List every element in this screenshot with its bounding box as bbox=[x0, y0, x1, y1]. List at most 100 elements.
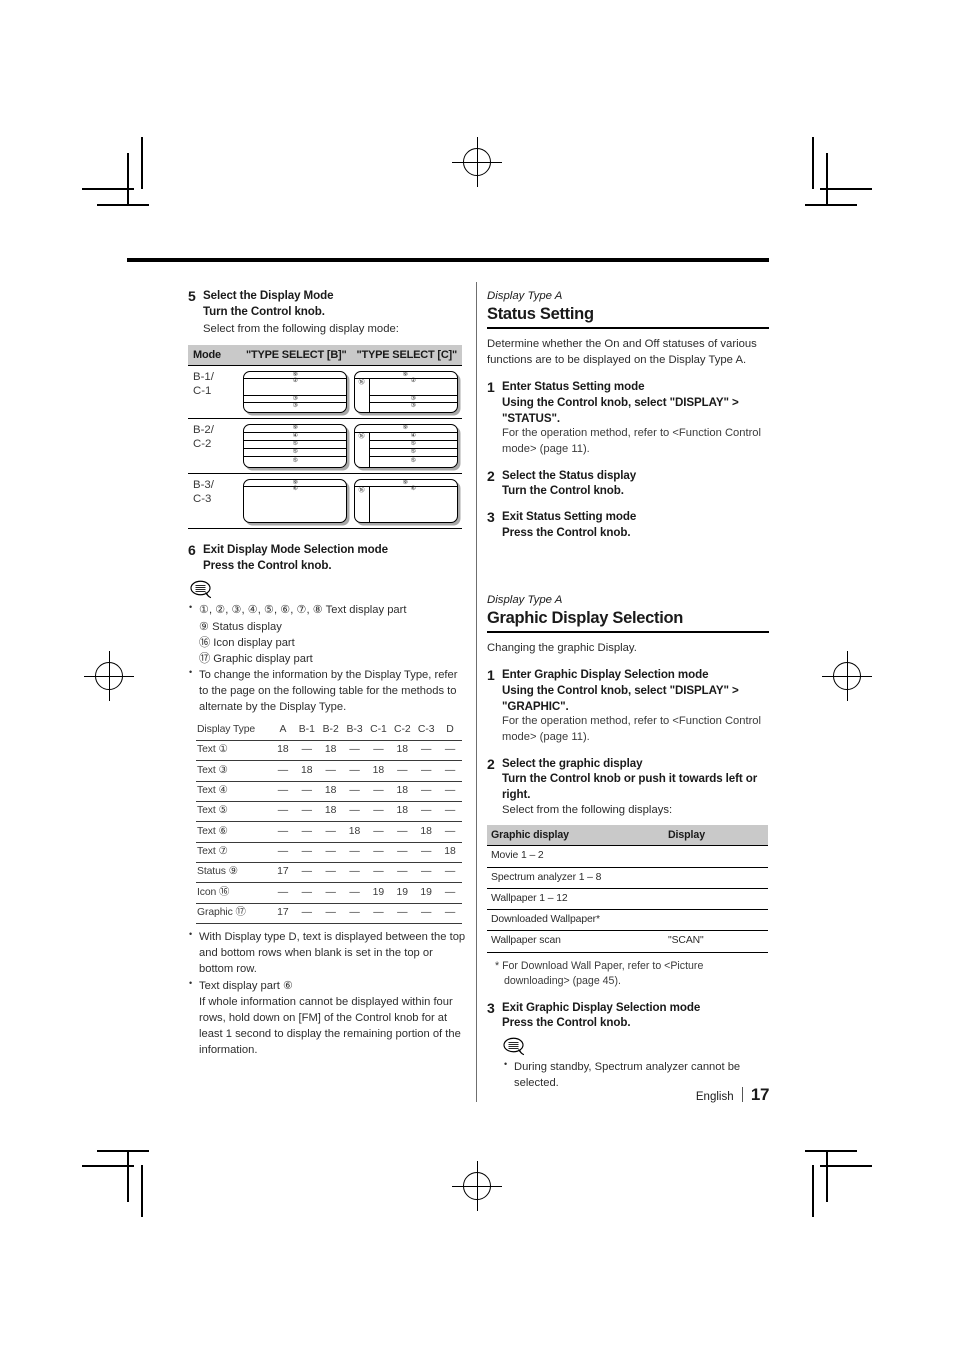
crop-mark-top-right-h bbox=[820, 188, 872, 190]
graphic-display-table-header-row: Graphic display Display bbox=[487, 824, 768, 847]
table-cell: — bbox=[390, 862, 415, 884]
graphic-step-1: 1 Enter Graphic Display Selection mode U… bbox=[487, 667, 769, 745]
column-header: Display Type bbox=[196, 720, 271, 741]
type-select-b-cell: ⑨⑥ bbox=[241, 473, 352, 530]
table-cell: — bbox=[438, 821, 462, 843]
row-label: Icon ⑯ bbox=[196, 882, 271, 904]
table-cell: 18 bbox=[390, 740, 415, 762]
status-setting-display-type: Display Type A bbox=[487, 290, 563, 302]
lcd-part-number: ⑤ bbox=[410, 457, 416, 465]
table-cell: — bbox=[342, 760, 367, 782]
lcd-part-number: ② bbox=[292, 377, 298, 385]
page-footer: English 17 bbox=[696, 1085, 770, 1105]
lcd-lower-area: ⑯④⑤⑤⑤ bbox=[355, 433, 457, 468]
table-cell: — bbox=[438, 882, 462, 904]
column-header: C-3 bbox=[414, 720, 439, 741]
table-cell: — bbox=[438, 801, 462, 823]
lcd-row: ② bbox=[369, 378, 457, 397]
header-mode: Mode bbox=[188, 344, 241, 367]
registration-mark-right bbox=[822, 651, 872, 701]
table-row: Downloaded Wallpaper* bbox=[487, 909, 768, 932]
type-select-c-cell: ⑨ ⑯ ⑥ bbox=[351, 473, 462, 530]
table-cell: — bbox=[318, 882, 343, 904]
table-cell: 18 bbox=[390, 781, 415, 803]
table-cell: — bbox=[294, 862, 319, 884]
graphic-display-value: "SCAN" bbox=[664, 930, 768, 953]
status-step-1: 1 Enter Status Setting mode Using the Co… bbox=[487, 379, 769, 457]
lcd-part-number: ⑨ bbox=[403, 424, 409, 432]
graphic-step-3: 3 Exit Graphic Display Selection mode Pr… bbox=[487, 1000, 769, 1031]
lcd-row: ③ bbox=[244, 403, 346, 410]
table-cell: — bbox=[342, 882, 367, 904]
status-setting-title: Status Setting bbox=[487, 305, 769, 329]
graphic-step-2-number: 2 bbox=[487, 755, 495, 772]
crop-mark-bottom-right-v bbox=[812, 1165, 814, 1217]
table-cell: — bbox=[271, 882, 295, 904]
status-step-3-subtitle: Press the Control knob. bbox=[502, 525, 631, 539]
table-cell: — bbox=[366, 740, 391, 762]
graphic-display-table-body: Movie 1 – 2 Spectrum analyzer 1 – 8 Wallpa… bbox=[487, 845, 768, 953]
row-label: Text ⑦ bbox=[196, 842, 271, 864]
memo-subline-graphic: ⑰ Graphic display part bbox=[199, 652, 313, 665]
memo-subline-status: ⑨ Status display bbox=[199, 620, 282, 633]
graphic-display-name: Wallpaper scan bbox=[487, 930, 664, 953]
lcd-part-number: ⑤ bbox=[292, 440, 298, 448]
table-cell: 17 bbox=[271, 862, 295, 884]
graphic-display-name: Wallpaper 1 – 12 bbox=[487, 888, 664, 911]
table-cell: — bbox=[390, 903, 415, 925]
lcd-part-number: ③ bbox=[410, 402, 416, 410]
status-step-1-note: For the operation method, refer to <Func… bbox=[502, 427, 762, 455]
graphic-display-name: Movie 1 – 2 bbox=[487, 845, 664, 868]
table-row: Text ③ —18— —18— — — bbox=[196, 760, 462, 782]
lcd-preview: ⑨⑥ bbox=[243, 479, 348, 524]
lcd-part-number: ⑥ bbox=[410, 485, 416, 493]
table-cell: — bbox=[342, 842, 367, 864]
lcd-part-number: ⑨ bbox=[403, 479, 409, 487]
table-row: Status ⑨ 17— — — — — — — bbox=[196, 862, 462, 884]
table-cell: — bbox=[342, 740, 367, 762]
column-header: D bbox=[438, 720, 462, 741]
table-cell: — bbox=[366, 862, 391, 884]
lcd-icon-column: ⑯ bbox=[355, 487, 370, 523]
crop-mark-bottom-right-h2 bbox=[805, 1150, 857, 1152]
table-cell: — bbox=[390, 821, 415, 843]
display-type-matrix-body: Text ① 18—18— —18— — Text ③ —18— —18— — — Text ④ —… bbox=[196, 740, 462, 925]
row-label: Text ⑤ bbox=[196, 801, 271, 823]
right-column: Display Type A Status Setting Determine … bbox=[487, 288, 769, 1092]
footer-divider bbox=[741, 1087, 743, 1102]
crop-mark-top-left-h2 bbox=[97, 204, 149, 206]
display-type-matrix-table: Display Type A B-1 B-2 B-3 C-1 C-2 C-3 D Text ①1… bbox=[196, 720, 462, 925]
table-cell: 18 bbox=[318, 781, 343, 803]
display-mode-table-header-row: Mode "TYPE SELECT [B]" "TYPE SELECT [C]" bbox=[188, 344, 462, 367]
table-cell: — bbox=[414, 842, 439, 864]
status-setting-steps: 1 Enter Status Setting mode Using the Co… bbox=[487, 379, 769, 540]
table-cell: — bbox=[318, 862, 343, 884]
graphic-display-footnote: * For Download Wall Paper, refer to <Pic… bbox=[495, 959, 704, 987]
display-mode-table-body: B-1/C-1 ⑨ ② ③ ③ ⑨ ⑯ ② ③ ③ B-2/C-2 ⑨ ④ ⑤ ⑤ ⑤ ⑨ ⑯ ④ ⑤ ⑤ ⑤ B-3/C-… bbox=[188, 365, 462, 530]
table-cell: 19 bbox=[366, 882, 391, 904]
bottom-bullet-list: With Display type D, text is displayed b… bbox=[188, 928, 466, 1058]
graphic-display-type: Display Type A bbox=[487, 594, 563, 607]
graphic-step-1-subtitle: Using the Control knob, select "DISPLAY"… bbox=[502, 683, 739, 713]
column-divider bbox=[476, 282, 477, 1102]
lcd-part-number: ⑯ bbox=[358, 433, 365, 441]
graphic-display-title: Graphic Display Selection bbox=[487, 609, 769, 633]
table-row: Text ⑥ — — —18— —18— bbox=[196, 821, 462, 843]
table-cell: 18 bbox=[271, 740, 295, 762]
crop-mark-top-left-v2 bbox=[127, 153, 129, 205]
table-cell: — bbox=[390, 842, 415, 864]
lcd-preview: ⑨②③③ bbox=[243, 371, 348, 414]
graphic-display-table: Graphic display Display Movie 1 – 2 Spect… bbox=[487, 824, 768, 953]
header-type-select-c: "TYPE SELECT [C]" bbox=[351, 344, 462, 367]
lcd-preview: ⑨⑯④⑤⑤⑤ bbox=[353, 424, 458, 469]
lcd-rows: ⑥ bbox=[370, 485, 457, 522]
table-cell: — bbox=[342, 862, 367, 884]
lcd-preview: ⑨⑯②③③ bbox=[353, 371, 458, 414]
crop-mark-top-right-v bbox=[812, 137, 814, 189]
graphic-display-value bbox=[664, 867, 768, 889]
crop-mark-bottom-right-h bbox=[820, 1165, 872, 1167]
status-step-1-title: Enter Status Setting mode bbox=[502, 380, 645, 394]
table-cell: 19 bbox=[414, 882, 439, 904]
graphic-step-3-number: 3 bbox=[487, 999, 495, 1016]
status-step-2-title: Select the Status display bbox=[502, 468, 637, 482]
